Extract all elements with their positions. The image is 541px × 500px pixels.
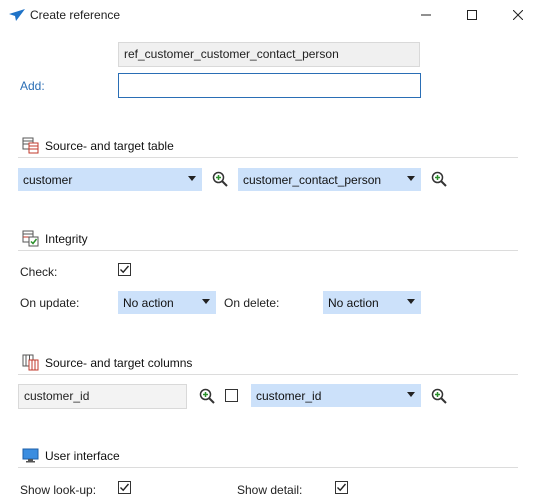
checkmark-icon bbox=[120, 265, 130, 274]
on-update-value: No action bbox=[123, 295, 174, 310]
chevron-down-icon bbox=[407, 176, 415, 181]
chevron-down-icon bbox=[407, 299, 415, 304]
columns-icon bbox=[22, 354, 39, 371]
section-divider bbox=[18, 157, 518, 158]
zoom-icon[interactable] bbox=[431, 388, 447, 404]
on-delete-value: No action bbox=[328, 295, 379, 310]
show-detail-label: Show detail: bbox=[237, 483, 303, 497]
source-column-field[interactable]: customer_id bbox=[18, 384, 187, 409]
section-title-columns: Source- and target columns bbox=[45, 356, 193, 370]
target-table-dropdown[interactable]: customer_contact_person bbox=[238, 168, 421, 191]
column-include-checkbox[interactable] bbox=[225, 389, 238, 402]
section-divider bbox=[18, 467, 518, 468]
target-column-value: customer_id bbox=[256, 388, 322, 403]
zoom-icon[interactable] bbox=[199, 388, 215, 404]
app-logo-icon bbox=[9, 9, 25, 21]
section-title-ui: User interface bbox=[45, 449, 120, 463]
check-checkbox[interactable] bbox=[118, 263, 131, 276]
reference-name-field: ref_customer_customer_contact_person bbox=[118, 42, 420, 67]
source-table-value: customer bbox=[23, 172, 73, 187]
close-icon bbox=[513, 10, 523, 20]
show-lookup-checkbox[interactable] bbox=[118, 481, 131, 494]
add-input[interactable] bbox=[118, 73, 421, 98]
show-lookup-label: Show look-up: bbox=[20, 483, 97, 497]
on-update-dropdown[interactable]: No action bbox=[118, 291, 216, 314]
chevron-down-icon bbox=[407, 392, 415, 397]
integrity-icon bbox=[22, 230, 39, 247]
chevron-down-icon bbox=[188, 176, 196, 181]
checkmark-icon bbox=[337, 483, 347, 492]
monitor-icon bbox=[22, 447, 39, 464]
source-table-dropdown[interactable]: customer bbox=[18, 168, 202, 191]
section-divider bbox=[18, 250, 518, 251]
maximize-button[interactable] bbox=[449, 0, 495, 30]
zoom-icon[interactable] bbox=[431, 171, 447, 187]
chevron-down-icon bbox=[202, 299, 210, 304]
zoom-icon[interactable] bbox=[212, 171, 228, 187]
show-detail-checkbox[interactable] bbox=[335, 481, 348, 494]
on-update-label: On update: bbox=[20, 296, 80, 310]
minimize-icon bbox=[421, 14, 431, 16]
check-label: Check: bbox=[20, 265, 58, 279]
section-divider bbox=[18, 374, 518, 375]
window-title: Create reference bbox=[30, 8, 121, 22]
on-delete-label: On delete: bbox=[224, 296, 280, 310]
target-table-value: customer_contact_person bbox=[243, 172, 382, 187]
close-button[interactable] bbox=[495, 0, 541, 30]
title-bar: Create reference bbox=[0, 0, 541, 30]
add-label[interactable]: Add: bbox=[20, 79, 45, 93]
target-column-dropdown[interactable]: customer_id bbox=[251, 384, 421, 407]
minimize-button[interactable] bbox=[403, 0, 449, 30]
section-title-integrity: Integrity bbox=[45, 232, 88, 246]
maximize-icon bbox=[467, 10, 477, 20]
table-icon bbox=[22, 137, 39, 154]
on-delete-dropdown[interactable]: No action bbox=[323, 291, 421, 314]
checkmark-icon bbox=[120, 483, 130, 492]
section-title-tables: Source- and target table bbox=[45, 139, 174, 153]
